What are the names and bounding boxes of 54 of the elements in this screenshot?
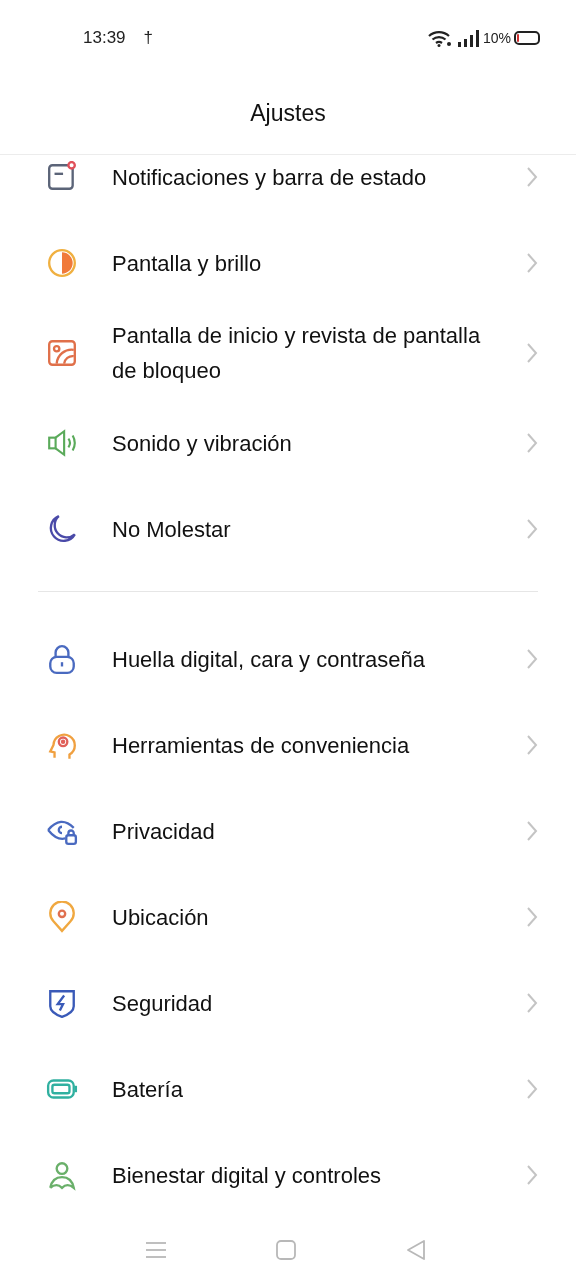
settings-item[interactable]: Herramientas de conveniencia: [0, 702, 576, 788]
person-icon: [46, 1159, 78, 1191]
padlock-icon: [46, 643, 78, 675]
clock: 13:39: [83, 27, 126, 50]
settings-item[interactable]: Batería: [0, 1046, 576, 1132]
chevron-icon: [526, 820, 538, 842]
contrast-icon: [46, 247, 78, 279]
chevron-icon: [526, 1078, 538, 1100]
chevron-icon: [526, 906, 538, 928]
item-label: Notificaciones y barra de estado: [112, 163, 428, 192]
item-label: No Molestar: [112, 515, 232, 544]
settings-item[interactable]: Sonido y vibración: [0, 400, 576, 486]
location-pin-icon: [46, 901, 78, 933]
home-button-icon[interactable]: [275, 1239, 297, 1261]
back-icon[interactable]: [405, 1239, 427, 1261]
item-label: Bienestar digital y controles: [112, 1161, 383, 1190]
item-label: Pantalla de inicio y revista de pantalla de bloqueo: [112, 322, 482, 385]
item-label: Pantalla y brillo: [112, 249, 263, 278]
item-label: Huella digital, cara y contraseña: [112, 645, 427, 674]
settings-item[interactable]: Ubicación: [0, 874, 576, 960]
settings-item[interactable]: Bienestar digital y controles: [0, 1132, 576, 1218]
battery-percentage: 10%: [482, 28, 511, 48]
chevron-icon: [526, 342, 538, 364]
chevron-icon: [526, 992, 538, 1014]
battery-status-icon: [514, 31, 540, 45]
status-indicator: †: [143, 27, 153, 50]
chevron-icon: [526, 648, 538, 670]
chevron-icon: [526, 166, 538, 188]
item-label: Seguridad: [112, 989, 214, 1018]
settings-item[interactable]: No Molestar: [0, 486, 576, 572]
settings-item[interactable]: Huella digital, cara y contraseña: [0, 616, 576, 702]
settings-item[interactable]: Pantalla de inicio y revista de pantalla de bloqueo: [0, 306, 576, 400]
item-label: Ubicación: [112, 903, 210, 932]
signal-icon: [456, 29, 479, 47]
wifi-icon: [427, 29, 452, 47]
menu-icon[interactable]: [145, 1240, 167, 1260]
settings-item[interactable]: Privacidad: [0, 788, 576, 874]
speaker-icon: [46, 427, 78, 459]
chevron-icon: [526, 432, 538, 454]
settings-item[interactable]: Pantalla y brillo: [0, 220, 576, 306]
chevron-icon: [526, 252, 538, 274]
settings-item[interactable]: Seguridad: [0, 960, 576, 1046]
item-label: Privacidad: [112, 817, 216, 846]
chevron-icon: [526, 518, 538, 540]
page-title: Ajustes: [250, 98, 326, 128]
shield-icon: [46, 987, 78, 1019]
chevron-icon: [526, 1164, 538, 1186]
chevron-icon: [526, 734, 538, 756]
notification-icon: [46, 161, 78, 193]
item-label: Batería: [112, 1075, 184, 1104]
settings-item[interactable]: Notificaciones y barra de estado: [0, 155, 576, 220]
item-label: Sonido y vibración: [112, 429, 293, 458]
item-label: Herramientas de conveniencia: [112, 731, 411, 760]
wallpaper-icon: [46, 337, 78, 369]
